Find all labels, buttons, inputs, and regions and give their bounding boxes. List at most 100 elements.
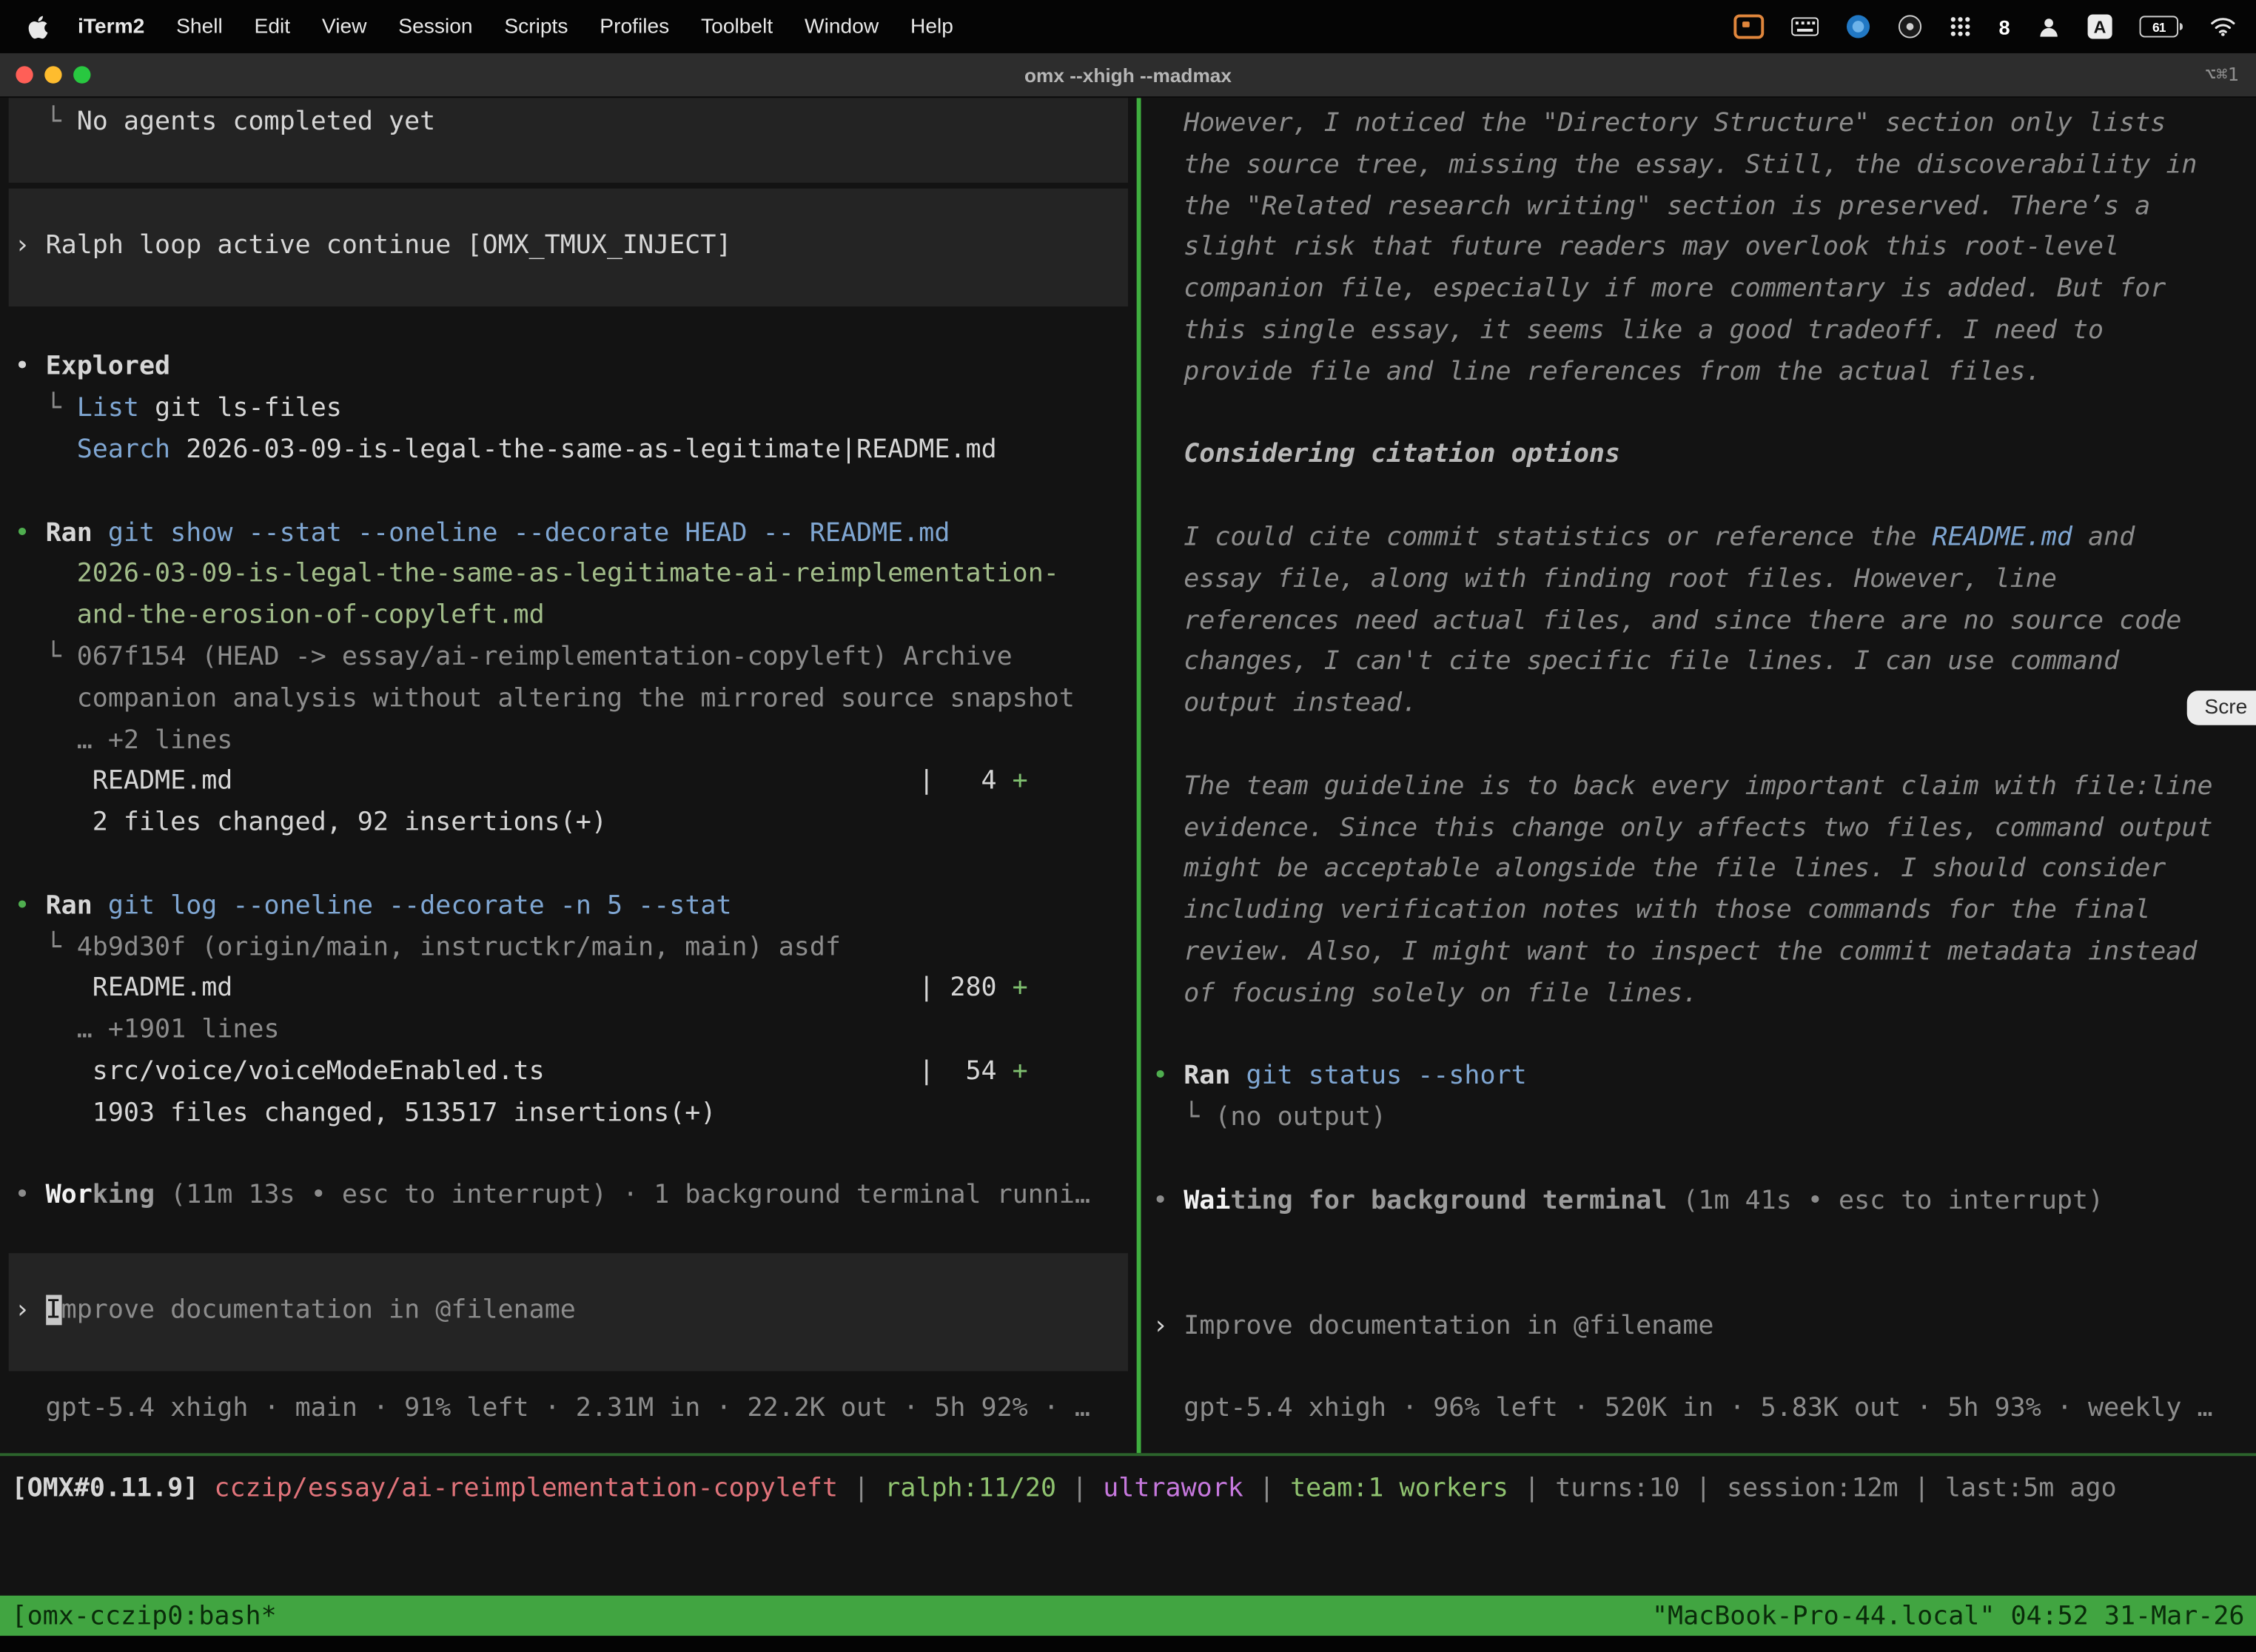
terminal-line: 2 files changed, 92 insertions(+) — [0, 803, 1137, 845]
terminal-text-segment: › — [1152, 1310, 1184, 1340]
terminal-line: The team guideline is to back every impo… — [1141, 767, 2256, 808]
omx-status-segment: | — [1899, 1474, 1945, 1504]
terminal-text-segment: Ralph loop active continue [OMX_TMUX_INJ… — [46, 230, 732, 261]
right-bottom[interactable]: › Improve documentation in @filename gpt… — [1141, 1306, 2256, 1430]
omx-status-segment: | — [1243, 1474, 1290, 1504]
left-box-top: └ No agents completed yet — [9, 98, 1128, 182]
terminal-line: • Ran git log --oneline --decorate -n 5 … — [0, 886, 1137, 927]
profile-icon[interactable] — [2038, 15, 2061, 38]
screen-recording-icon[interactable] — [1734, 14, 1765, 38]
terminal-line: However, I noticed the "Directory Struct… — [1141, 104, 2256, 145]
terminal-text-segment: 2026-03-09-is-legal-the-same-as-legitima… — [170, 434, 996, 465]
terminal-text-segment: might be acceptable alongside the file l… — [1152, 853, 2166, 884]
zoom-button[interactable] — [73, 66, 90, 83]
terminal-text-segment: | 280 — [232, 973, 1012, 1004]
window-titlebar: omx --xhigh --madmax ⌥⌘1 — [0, 53, 2256, 98]
terminal-line: the source tree, missing the essay. Stil… — [1141, 145, 2256, 187]
terminal-text-segment: Wor — [46, 1181, 93, 1211]
terminal-text-segment: 1903 files changed, 513517 insertions(+) — [14, 1098, 716, 1128]
menu-item-edit[interactable]: Edit — [238, 15, 306, 38]
terminal-text-segment: and-the-erosion-of-copyleft.md — [14, 600, 544, 631]
omx-status-segment: | — [1680, 1474, 1727, 1504]
menu-item-shell[interactable]: Shell — [161, 15, 238, 38]
terminal-line: might be acceptable alongside the file l… — [1141, 850, 2256, 891]
battery-icon[interactable]: 61 — [2140, 16, 2183, 37]
terminal-line: Search 2026-03-09-is-legal-the-same-as-l… — [0, 430, 1137, 471]
menu-status-area: 8 A 61 — [1734, 14, 2236, 38]
menu-item-help[interactable]: Help — [895, 15, 970, 38]
terminal-text-segment: of focusing solely on file lines. — [1152, 978, 1698, 1008]
omx-status-segment: session:12m — [1727, 1474, 1899, 1504]
apple-menu[interactable] — [20, 13, 61, 39]
grid-menu-icon[interactable] — [1950, 16, 1971, 37]
terminal-text-segment: git ls-files — [139, 393, 342, 423]
close-button[interactable] — [16, 66, 33, 83]
left-box: › Ralph loop active continue [OMX_TMUX_I… — [9, 188, 1128, 306]
pane-right[interactable]: However, I noticed the "Directory Struct… — [1141, 98, 2256, 1453]
split-panes: └ No agents completed yet› Ralph loop ac… — [0, 98, 2256, 1453]
terminal-text-segment: 067f154 (HEAD -> essay/ai-reimplementati… — [77, 642, 1013, 672]
menu-item-profiles[interactable]: Profiles — [584, 15, 685, 38]
blue-app-icon[interactable] — [1846, 14, 1870, 38]
keypad-8-icon[interactable]: 8 — [1998, 15, 2010, 38]
terminal-line: review. Also, I might want to inspect th… — [1141, 933, 2256, 974]
menu-item-window[interactable]: Window — [789, 15, 895, 38]
terminal-line: … +1901 lines — [0, 1010, 1137, 1052]
terminal-line: src/voice/voiceModeEnabled.ts | 54 + — [0, 1052, 1137, 1093]
terminal-line: 2026-03-09-is-legal-the-same-as-legitima… — [0, 554, 1137, 596]
terminal-line: provide file and line references from th… — [1141, 352, 2256, 394]
terminal-line: › Improve documentation in @filename — [9, 1291, 1128, 1332]
menu-item-toolbelt[interactable]: Toolbelt — [685, 15, 789, 38]
terminal-line — [1141, 1015, 2256, 1056]
terminal-text-segment: + — [1013, 766, 1028, 796]
minimize-button[interactable] — [44, 66, 61, 83]
left-input-box[interactable]: › Improve documentation in @filename — [9, 1254, 1128, 1371]
menu-item-scripts[interactable]: Scripts — [489, 15, 584, 38]
omx-status-segment: ultrawork — [1103, 1474, 1243, 1504]
terminal-line — [1141, 1139, 2256, 1181]
terminal-line: • Explored — [0, 347, 1137, 389]
dark-app-icon[interactable] — [1898, 14, 1922, 38]
terminal-text-segment: slight risk that future readers may over… — [1152, 232, 2119, 263]
terminal-text-segment: • — [14, 890, 45, 921]
desktop: iTerm2ShellEditViewSessionScriptsProfile… — [0, 0, 2256, 1652]
terminal-text-segment: including verification notes with those … — [1152, 895, 2150, 925]
terminal-line — [0, 306, 1137, 347]
input-source-icon[interactable]: A — [2088, 14, 2112, 38]
bottom-strip — [0, 1636, 2256, 1652]
terminal-text-segment: Considering citation options — [1152, 440, 1620, 470]
keyboard-icon[interactable] — [1792, 17, 1819, 36]
terminal-text-segment: 2 files changed, 92 insertions(+) — [14, 807, 607, 838]
terminal-text-segment: I could cite commit statistics or refere… — [1152, 523, 1932, 553]
menu-item-iterm2[interactable]: iTerm2 — [62, 15, 161, 38]
right-body: However, I noticed the "Directory Struct… — [1141, 104, 2256, 1222]
window-title: omx --xhigh --madmax — [0, 64, 2256, 86]
terminal-text-segment: … +2 lines — [14, 725, 232, 755]
terminal-text-segment: I — [46, 1295, 61, 1326]
terminal-line: gpt-5.4 xhigh · main · 91% left · 2.31M … — [0, 1389, 1137, 1430]
terminal-text-segment: List — [77, 393, 139, 423]
terminal-text-segment: + — [1013, 973, 1028, 1004]
terminal-text-segment: companion file, especially if more comme… — [1152, 274, 2166, 304]
terminal-text-segment: | 54 — [545, 1056, 1013, 1087]
left-body: • Explored └ List git ls-files Search 20… — [0, 306, 1137, 1218]
menu-item-session[interactable]: Session — [383, 15, 489, 38]
terminal-text-segment: The team guideline is to back every impo… — [1152, 770, 2213, 801]
terminal-text-segment: gpt-5.4 xhigh · main · 91% left · 2.31M … — [14, 1393, 1090, 1423]
terminal-line: companion analysis without altering the … — [0, 679, 1137, 720]
tmux-host-clock: "MacBook-Pro-44.local" 04:52 31-Mar-26 — [1652, 1601, 2245, 1631]
terminal-text-segment: Ran — [46, 890, 93, 921]
terminal-line: the "Related research writing" section i… — [1141, 187, 2256, 228]
terminal-text-segment: the "Related research writing" section i… — [1152, 191, 2150, 221]
terminal-line: and-the-erosion-of-copyleft.md — [0, 596, 1137, 637]
menu-items: iTerm2ShellEditViewSessionScriptsProfile… — [62, 15, 970, 38]
terminal-line: › Improve documentation in @filename — [1141, 1306, 2256, 1347]
pane-left[interactable]: └ No agents completed yet› Ralph loop ac… — [0, 98, 1137, 1453]
wifi-icon[interactable] — [2210, 17, 2236, 36]
menu-item-view[interactable]: View — [306, 15, 383, 38]
terminal-line: • Ran git show --stat --oneline --decora… — [0, 513, 1137, 554]
terminal-text-segment: git log --oneline --decorate -n 5 --stat — [108, 890, 732, 921]
terminal-line: Considering citation options — [1141, 435, 2256, 477]
terminal-text-segment: 2026-03-09-is-legal-the-same-as-legitima… — [14, 559, 1058, 589]
terminal-text-segment: and — [2072, 523, 2135, 553]
